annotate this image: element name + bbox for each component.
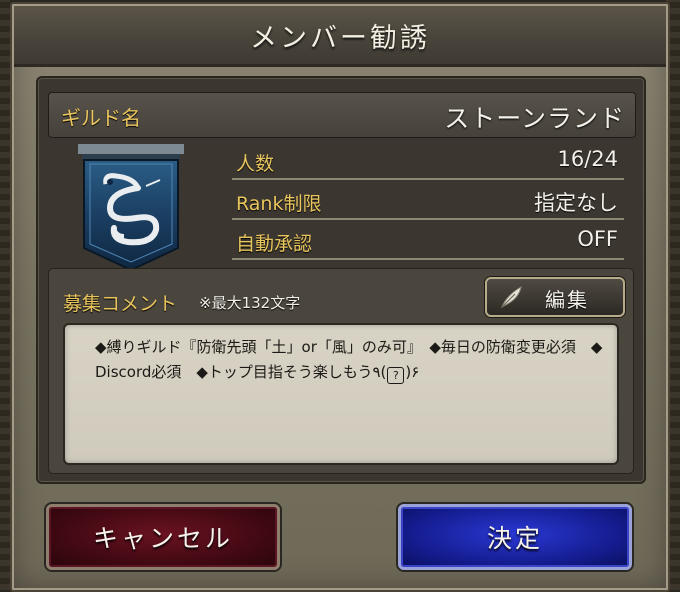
cancel-button[interactable]: キャンセル (46, 504, 280, 570)
auto-approve-label: 自動承認 (236, 233, 313, 255)
guild-name-row: ギルド名 ストーンランド (48, 92, 636, 138)
recruit-comment-label: 募集コメント (63, 293, 178, 315)
confirm-button[interactable]: 決定 (398, 504, 632, 570)
rank-limit-label: Rank制限 (236, 193, 322, 215)
recruit-comment-text: ◆縛りギルド『防衛先頭「土」or「風」のみ可』 ◆毎日の防衛変更必須 ◆Disc… (95, 335, 605, 385)
guild-info-panel: ギルド名 ストーンランド 人数 16/24 Rank制限 指定なし 自動承認 O… (36, 76, 646, 484)
recruit-comment-textbox[interactable]: ◆縛りギルド『防衛先頭「土」or「風」のみ可』 ◆毎日の防衛変更必須 ◆Disc… (63, 323, 619, 465)
background-edge-left (0, 0, 10, 590)
stat-row-members: 人数 16/24 (232, 144, 624, 180)
dialog-title-bar: メンバー勧誘 (14, 6, 666, 67)
guild-name-value: ストーンランド (444, 104, 625, 133)
stat-row-rank: Rank制限 指定なし (232, 184, 624, 220)
feather-quill-icon (500, 286, 522, 309)
comment-max-length-note: ※最大132文字 (199, 294, 301, 312)
question-mark-icon: ? (387, 367, 405, 384)
members-label: 人数 (236, 153, 275, 175)
comment-text-part1: ◆縛りギルド『防衛先頭「土」or「風」のみ可』 ◆毎日の防衛変更必須 ◆Disc… (95, 338, 603, 381)
rank-limit-value: 指定なし (534, 191, 618, 215)
edit-comment-button[interactable]: 編集 (485, 277, 625, 317)
recruit-comment-section: 募集コメント ※最大132文字 編集 ◆縛りギルド『防衛先頭「土」or「風」のみ… (48, 268, 634, 474)
comment-text-part2: )۶ (405, 363, 420, 381)
dialog-title: メンバー勧誘 (250, 22, 430, 54)
edit-button-label: 編集 (545, 288, 589, 312)
serpent-banner-icon (78, 144, 184, 272)
auto-approve-value: OFF (577, 227, 618, 251)
guild-name-label: ギルド名 (61, 106, 141, 130)
stat-row-auto-approve: 自動承認 OFF (232, 224, 624, 260)
members-value: 16/24 (557, 147, 618, 171)
member-recruit-dialog: メンバー勧誘 ギルド名 ストーンランド 人数 16/24 Rank制限 指定なし… (10, 2, 670, 592)
